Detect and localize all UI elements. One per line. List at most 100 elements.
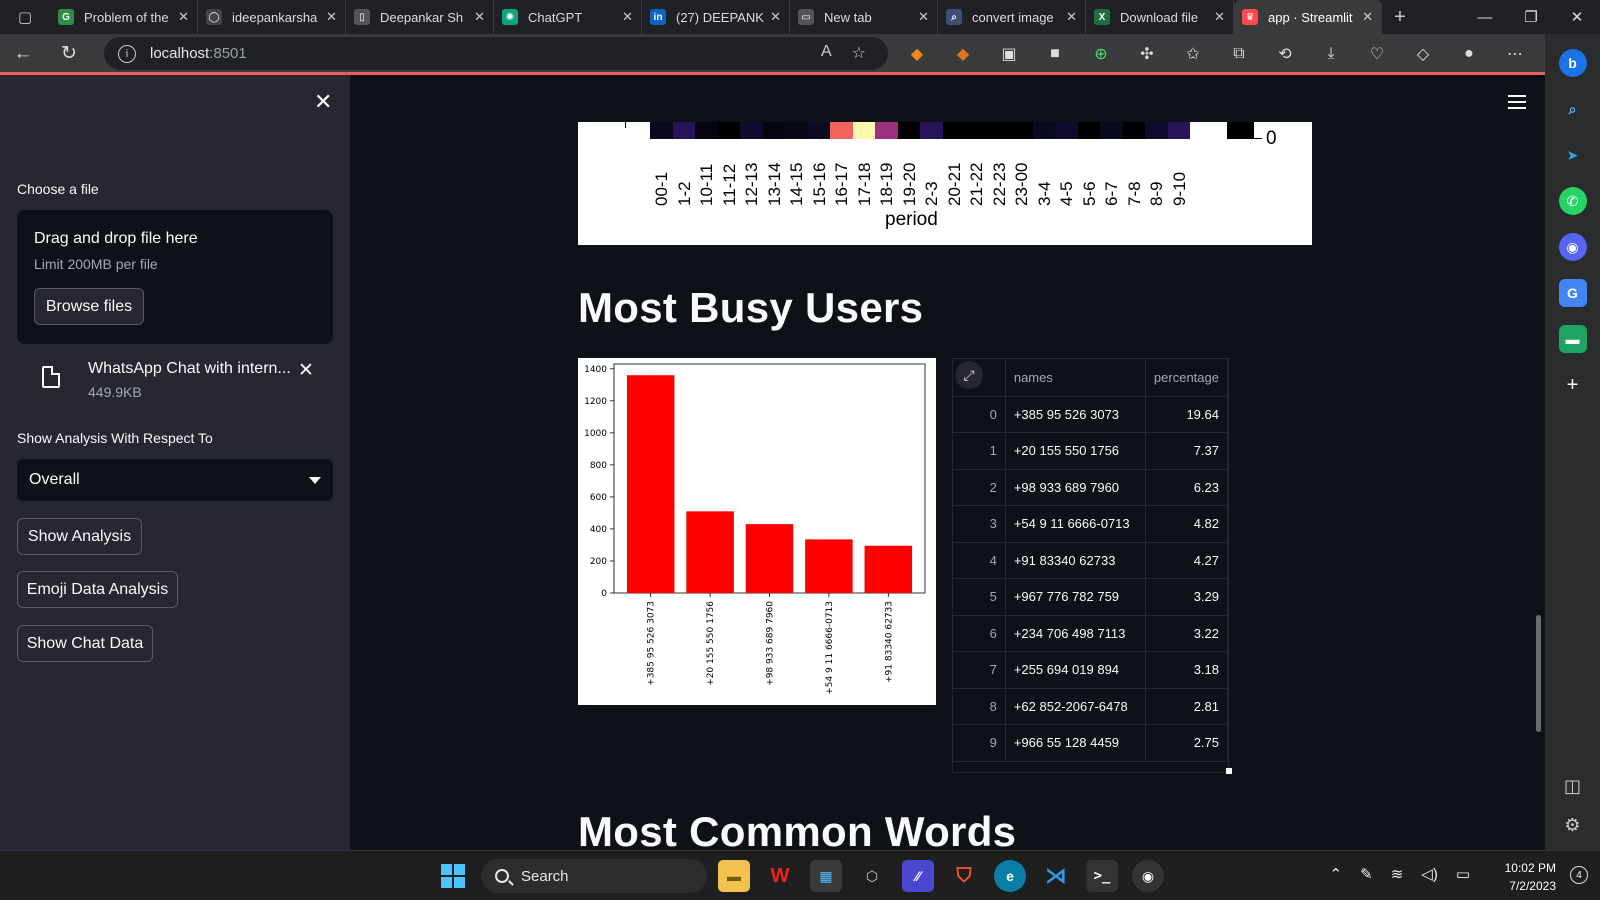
row-index[interactable]: 3	[953, 505, 1006, 543]
browser-tab[interactable]: ▯ Deepankar Sh ✕	[346, 0, 494, 34]
percentage-cell[interactable]: 4.27	[1145, 542, 1228, 579]
close-tab-icon[interactable]: ✕	[622, 9, 633, 25]
name-cell[interactable]: +967 776 782 759	[1005, 578, 1146, 616]
row-index[interactable]: 4	[953, 542, 1006, 579]
site-info-icon[interactable]: i	[118, 44, 136, 63]
cat-extension-icon[interactable]: ■	[1032, 45, 1078, 63]
close-tab-icon[interactable]: ✕	[178, 9, 189, 25]
more-options-icon[interactable]: ⋯	[1492, 44, 1538, 64]
emoji-analysis-button[interactable]: Emoji Data Analysis	[17, 571, 178, 608]
terminal-icon[interactable]: >_	[1086, 860, 1118, 892]
name-cell[interactable]: +20 155 550 1756	[1005, 432, 1146, 470]
name-cell[interactable]: +255 694 019 894	[1005, 651, 1146, 689]
unity-icon[interactable]: ⬡	[856, 860, 888, 892]
name-cell[interactable]: +234 706 498 7113	[1005, 615, 1146, 652]
bing-copilot-icon[interactable]: b	[1558, 49, 1587, 77]
table-row[interactable]: 0 +385 95 526 3073 19.64	[953, 396, 1228, 433]
edge-icon[interactable]: e	[994, 860, 1026, 892]
row-index[interactable]: 2	[953, 469, 1006, 506]
windows-start-icon[interactable]	[437, 860, 469, 892]
name-cell[interactable]: +385 95 526 3073	[1005, 396, 1146, 433]
volume-icon[interactable]: ◁)	[1421, 865, 1438, 883]
vscode-icon[interactable]: ⋊	[1040, 860, 1072, 892]
show-analysis-button[interactable]: Show Analysis	[17, 518, 142, 555]
browse-files-button[interactable]: Browse files	[34, 288, 144, 325]
busy-users-table[interactable]: names percentage 0 +385 95 526 3073 19.64 1…	[952, 358, 1229, 773]
file-explorer-icon[interactable]: ▬	[718, 860, 750, 892]
name-cell[interactable]: +91 83340 62733	[1005, 542, 1146, 579]
browser-tab[interactable]: in (27) DEEPANK ✕	[642, 0, 790, 34]
ms-store-icon[interactable]: ▦	[810, 860, 842, 892]
table-row[interactable]: 7 +255 694 019 894 3.18	[953, 651, 1228, 689]
table-row[interactable]: 2 +98 933 689 7960 6.23	[953, 469, 1228, 506]
row-index[interactable]: 6	[953, 615, 1006, 652]
reload-icon[interactable]: ↻	[46, 34, 92, 73]
taskbar-search[interactable]: Search	[481, 859, 707, 893]
battery-icon[interactable]: ▭	[1456, 865, 1470, 883]
restore-icon[interactable]: ❐	[1508, 0, 1554, 34]
table-row[interactable]: 9 +966 55 128 4459 2.75	[953, 724, 1228, 762]
percentage-cell[interactable]: 3.29	[1145, 578, 1228, 616]
percentage-cell[interactable]: 19.64	[1145, 396, 1228, 433]
downloads-icon[interactable]: ⤓	[1308, 45, 1354, 63]
add-sidebar-app-icon[interactable]: +	[1559, 371, 1587, 399]
table-row[interactable]: 6 +234 706 498 7113 3.22	[953, 615, 1228, 652]
back-icon[interactable]: ←	[0, 34, 46, 73]
browser-tab[interactable]: ✺ ChatGPT ✕	[494, 0, 642, 34]
search-icon[interactable]: ⌕	[1559, 95, 1587, 123]
table-row[interactable]: 1 +20 155 550 1756 7.37	[953, 432, 1228, 470]
row-index[interactable]: 8	[953, 688, 1006, 725]
percentage-cell[interactable]: 3.22	[1145, 615, 1228, 652]
close-tab-icon[interactable]: ✕	[770, 9, 781, 25]
percentage-cell[interactable]: 6.23	[1145, 469, 1228, 506]
discord-icon[interactable]: ◉	[1558, 233, 1587, 261]
close-tab-icon[interactable]: ✕	[474, 9, 485, 25]
fox-extension-icon[interactable]: ◆	[940, 44, 986, 64]
telegram-icon[interactable]: ➤	[1559, 141, 1587, 169]
obs-recorder-icon[interactable]: ◉	[1132, 860, 1164, 892]
pen-icon[interactable]: ✎	[1360, 865, 1373, 883]
table-row[interactable]: 3 +54 9 11 6666-0713 4.82	[953, 505, 1228, 543]
browser-tab[interactable]: X Download file ✕	[1086, 0, 1234, 34]
notification-count[interactable]: 4	[1570, 866, 1588, 884]
settings-icon[interactable]: ⚙	[1564, 815, 1580, 836]
wps-office-icon[interactable]: W	[764, 860, 796, 892]
chat-icon[interactable]: ▬	[1558, 325, 1587, 353]
favorite-star-icon[interactable]: ☆	[852, 43, 866, 63]
extensions-icon[interactable]: ✣	[1124, 44, 1170, 64]
browser-tab[interactable]: ⌕ convert image ✕	[938, 0, 1086, 34]
close-tab-icon[interactable]: ✕	[1214, 9, 1225, 25]
close-tab-icon[interactable]: ✕	[326, 9, 337, 25]
add-extension-icon[interactable]: ⊕	[1078, 44, 1124, 64]
metamask-icon[interactable]: ◆	[894, 44, 940, 64]
new-tab-button[interactable]: +	[1382, 0, 1418, 34]
percentage-cell[interactable]: 7.37	[1145, 432, 1228, 470]
hamburger-menu-icon[interactable]	[1508, 95, 1526, 109]
row-index[interactable]: 7	[953, 651, 1006, 689]
browser-tab[interactable]: ♛ app · Streamlit ✕	[1234, 0, 1382, 34]
profile-avatar-icon[interactable]: ●	[1446, 45, 1492, 63]
expand-icon[interactable]: ⤢	[955, 361, 983, 389]
file-dropzone[interactable]: Drag and drop file here Limit 200MB per …	[17, 210, 333, 344]
picture-in-picture-icon[interactable]: ▣	[986, 44, 1032, 64]
row-index[interactable]: 1	[953, 432, 1006, 470]
tab-actions-icon[interactable]: ▢	[0, 0, 50, 34]
close-tab-icon[interactable]: ✕	[1066, 9, 1077, 25]
brave-icon[interactable]: ⛉	[948, 860, 980, 892]
browser-essentials-icon[interactable]: ◇	[1400, 44, 1446, 64]
table-row[interactable]: 5 +967 776 782 759 3.29	[953, 578, 1228, 616]
percentage-header[interactable]: percentage	[1145, 359, 1228, 397]
name-cell[interactable]: +966 55 128 4459	[1005, 724, 1146, 762]
read-aloud-icon[interactable]: A	[821, 43, 832, 63]
percentage-cell[interactable]: 4.82	[1145, 505, 1228, 543]
favorites-icon[interactable]: ✩	[1170, 44, 1216, 64]
table-row[interactable]: 4 +91 83340 62733 4.27	[953, 542, 1228, 579]
percentage-cell[interactable]: 3.18	[1145, 651, 1228, 689]
split-screen-icon[interactable]: ◫	[1564, 776, 1581, 797]
row-index[interactable]: 9	[953, 724, 1006, 762]
name-cell[interactable]: +54 9 11 6666-0713	[1005, 505, 1146, 543]
name-cell[interactable]: +62 852-2067-6478	[1005, 688, 1146, 725]
browser-tab[interactable]: ◯ ideepankarsha ✕	[198, 0, 346, 34]
close-tab-icon[interactable]: ✕	[918, 9, 929, 25]
table-resize-handle[interactable]	[1226, 768, 1232, 774]
